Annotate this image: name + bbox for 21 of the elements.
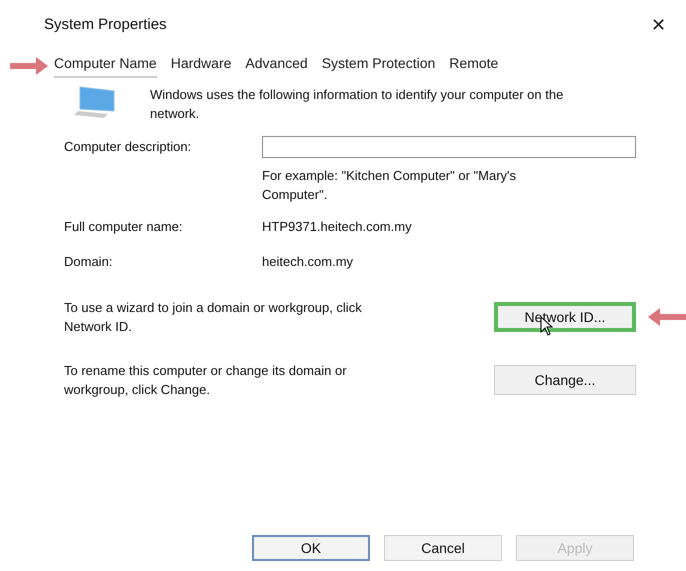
description-field[interactable] (262, 136, 636, 158)
tab[interactable]: Advanced (245, 53, 308, 78)
tab[interactable]: Hardware (170, 53, 232, 78)
tab[interactable]: Remote (449, 53, 498, 78)
field-label: Full computer name: (64, 218, 184, 236)
dialog-button[interactable]: OK (252, 535, 370, 561)
intro-text: Windows uses the following information to identify your computer on the network. (150, 86, 564, 123)
close-button[interactable]: ✕ (651, 16, 686, 34)
window-title: System Properties (43, 15, 167, 35)
instruction-text: To use a wizard to join a domain or workgroup, click Network ID. (64, 298, 363, 336)
field-label: Computer description: (64, 138, 192, 156)
tab[interactable]: System Protection (322, 53, 436, 78)
wizard-button[interactable]: Network ID... (494, 302, 636, 332)
dialog-button[interactable]: Cancel (384, 535, 502, 561)
tab[interactable]: Computer Name (54, 53, 157, 78)
hint-text: For example: "Kitchen Computer" or "Mary's Computer". (262, 166, 518, 204)
field-label: Domain: (64, 253, 114, 271)
field-value: HTP9371.heitech.com.my (262, 218, 412, 236)
field-value: heitech.com.my (262, 253, 354, 271)
wizard-button[interactable]: Change... (494, 365, 636, 395)
instruction-text: To rename this computer or change its domain or workgroup, click Change. (64, 362, 348, 399)
